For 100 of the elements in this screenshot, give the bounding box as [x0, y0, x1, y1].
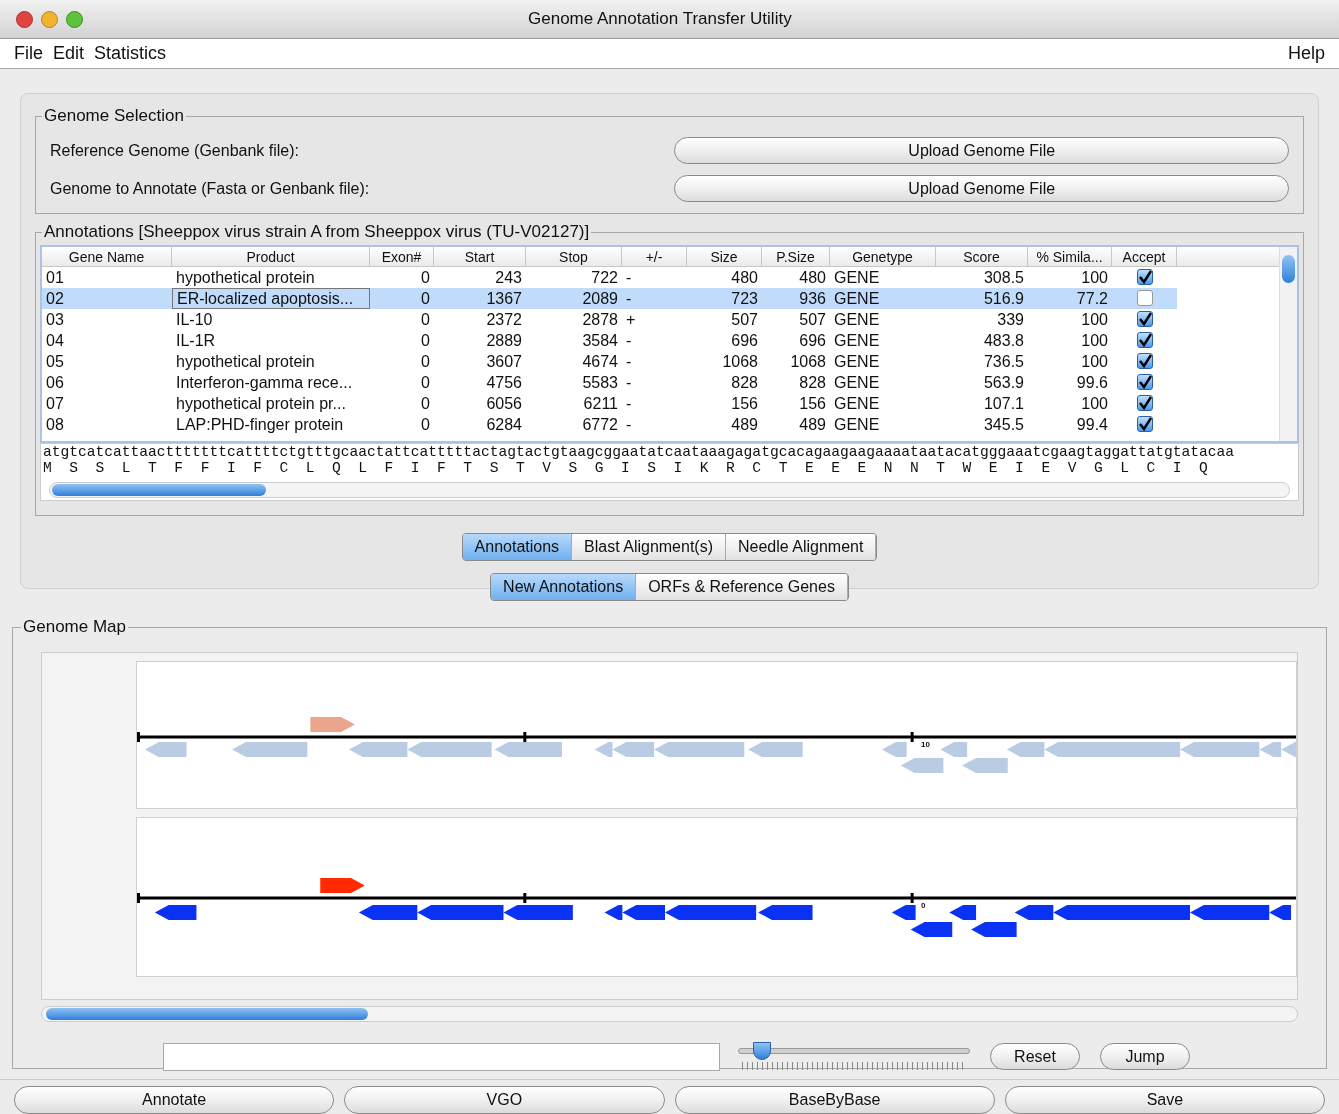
- table-cell-text: GENE: [833, 288, 881, 309]
- table-cell-text: 936: [798, 288, 827, 309]
- button[interactable]: Upload Genome File: [674, 137, 1289, 165]
- table-cell-text: 2889: [485, 330, 523, 351]
- table-cell-text: IL-1R: [175, 330, 217, 351]
- table-cell-text: 507: [798, 309, 827, 330]
- column-header[interactable]: Score: [936, 246, 1028, 266]
- table-cell-text: -: [625, 414, 633, 435]
- tick-label: 0: [921, 902, 926, 910]
- slider-thumb[interactable]: [752, 1042, 771, 1060]
- column-header[interactable]: Stop: [526, 246, 622, 266]
- table-cell-text: 563.9: [982, 372, 1025, 393]
- checkmark-icon: [1137, 333, 1152, 348]
- table-cell-text: 507: [730, 309, 759, 330]
- table-cell-text: 2372: [485, 309, 523, 330]
- accept-checkbox[interactable]: [1136, 395, 1153, 412]
- table-cell-text: -: [625, 393, 633, 414]
- table-cell-text: 828: [798, 372, 827, 393]
- table-cell-text: 6284: [485, 414, 523, 435]
- table-cell-text: 99.4: [1075, 414, 1109, 435]
- tick-label: 10: [921, 741, 930, 749]
- button[interactable]: Upload Genome File: [674, 175, 1289, 203]
- checkmark-icon: [1137, 270, 1152, 285]
- table-cell-text: 06: [45, 372, 65, 393]
- map-tab[interactable]: New Annotations: [491, 574, 637, 600]
- accept-checkbox[interactable]: [1136, 374, 1153, 391]
- table-cell-text: 04: [45, 330, 65, 351]
- table-cell-text: 3584: [581, 330, 619, 351]
- table-cell-text: 100: [1080, 267, 1109, 288]
- table-cell-text: 1068: [789, 351, 827, 372]
- column-header[interactable]: Product: [172, 246, 370, 266]
- table-cell-text: 3607: [485, 351, 523, 372]
- table-cell-text: IL-10: [175, 309, 214, 330]
- table-cell-text: 0: [420, 288, 431, 309]
- table-cell-text: LAP:PHD-finger protein: [175, 414, 345, 435]
- menu-item[interactable]: File: [14, 40, 43, 68]
- menu-item[interactable]: Statistics: [94, 40, 167, 68]
- minimize-icon[interactable]: [41, 10, 58, 28]
- vertical-scrollbar[interactable]: [1279, 246, 1297, 441]
- column-header[interactable]: Genetype: [830, 246, 936, 266]
- table-cell-text: GENE: [833, 267, 881, 288]
- horizontal-scrollbar[interactable]: [49, 481, 1290, 498]
- map-tab[interactable]: ORFs & Reference Genes: [636, 574, 848, 600]
- button[interactable]: Reset: [990, 1043, 1080, 1071]
- button[interactable]: Jump: [1100, 1043, 1190, 1071]
- accept-checkbox[interactable]: [1136, 332, 1153, 349]
- view-tab[interactable]: Needle Alignment: [726, 533, 877, 560]
- column-header[interactable]: +/-: [622, 246, 687, 266]
- table-cell-text: 05: [45, 351, 65, 372]
- menu-item[interactable]: Help: [1287, 40, 1325, 68]
- checkmark-icon: [1137, 396, 1152, 411]
- table-cell-text: 516.9: [982, 288, 1025, 309]
- table-cell-text: 0: [420, 393, 431, 414]
- table-cell-text: GENE: [833, 372, 881, 393]
- table-cell-text: 0: [420, 330, 431, 351]
- table-cell-text: 156: [730, 393, 759, 414]
- table-cell-text: GENE: [833, 351, 881, 372]
- accept-checkbox[interactable]: [1136, 311, 1153, 328]
- checkmark-icon: [1137, 375, 1152, 390]
- table-cell-text: Interferon-gamma rece...: [175, 372, 354, 393]
- table-cell-text: hypothetical protein: [175, 267, 316, 288]
- accept-checkbox[interactable]: [1136, 290, 1153, 307]
- table-cell-text: GENE: [833, 330, 881, 351]
- zoom-slider[interactable]: [738, 1042, 970, 1072]
- table-cell-text: 02: [45, 288, 65, 309]
- table-cell-text: 07: [45, 393, 65, 414]
- zoom-icon[interactable]: [66, 10, 83, 28]
- table-row[interactable]: 02 ER-localized apoptosis... 0 1367 2089 - 723 936 GENE 516.9 77.2: [42, 287, 1177, 309]
- column-header[interactable]: % Simila...: [1028, 246, 1112, 266]
- view-tab[interactable]: Annotations: [462, 533, 573, 560]
- table-cell-text: -: [625, 267, 633, 288]
- table-cell-text: 480: [798, 267, 827, 288]
- column-header[interactable]: P.Size: [762, 246, 830, 266]
- accept-checkbox[interactable]: [1136, 416, 1153, 433]
- column-header[interactable]: Size: [687, 246, 762, 266]
- horizontal-scrollbar[interactable]: [41, 1006, 1298, 1022]
- table-cell-text: 4674: [581, 351, 619, 372]
- table-cell-text: 828: [730, 372, 759, 393]
- button[interactable]: VGO: [344, 1086, 665, 1114]
- table-cell-text: 0: [420, 309, 431, 330]
- column-header[interactable]: Accept: [1112, 246, 1177, 266]
- button[interactable]: Annotate: [14, 1086, 335, 1114]
- table-cell-text: 99.6: [1075, 372, 1109, 393]
- column-header[interactable]: Exon#: [370, 246, 434, 266]
- column-header[interactable]: Start: [434, 246, 526, 266]
- jump-field[interactable]: [163, 1043, 720, 1071]
- table-cell-text: GENE: [833, 414, 881, 435]
- view-tab[interactable]: Blast Alignment(s): [572, 533, 726, 560]
- accept-checkbox[interactable]: [1136, 269, 1153, 286]
- table-cell-text: 722: [590, 267, 619, 288]
- table-cell-text: 100: [1080, 393, 1109, 414]
- checkmark-icon: [1137, 354, 1152, 369]
- button[interactable]: Save: [1004, 1086, 1325, 1114]
- accept-checkbox[interactable]: [1136, 353, 1153, 370]
- close-icon[interactable]: [16, 10, 33, 28]
- button[interactable]: BaseByBase: [674, 1086, 995, 1114]
- table-cell-text: -: [625, 330, 633, 351]
- menu-item[interactable]: Edit: [53, 40, 85, 68]
- column-header[interactable]: Gene Name: [42, 246, 172, 266]
- table-cell-text: 243: [494, 267, 523, 288]
